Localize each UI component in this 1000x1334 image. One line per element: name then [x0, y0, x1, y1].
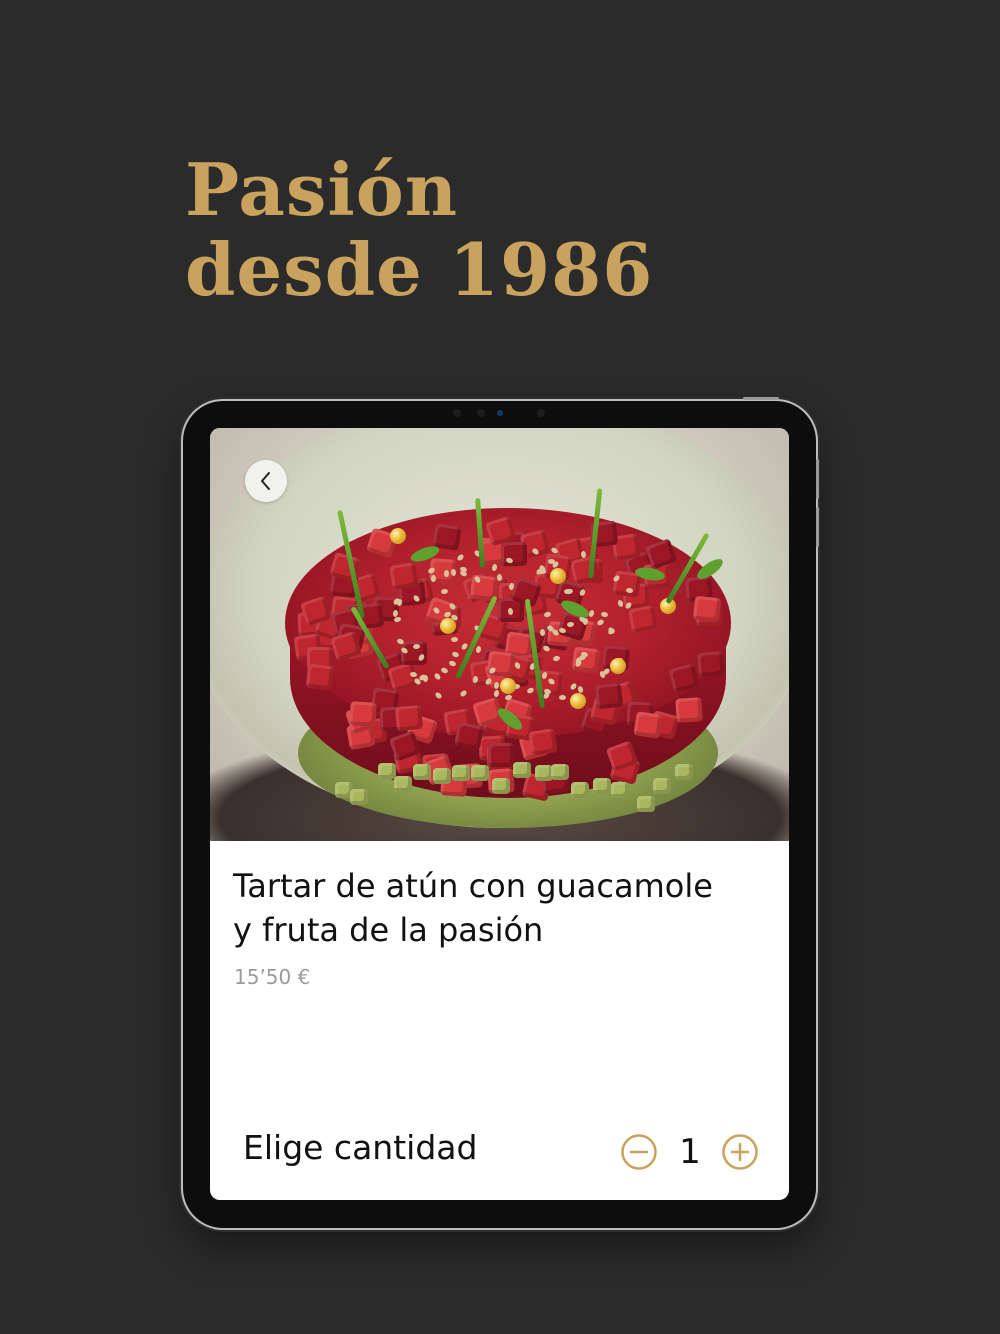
camera-strip	[453, 409, 553, 417]
dish-price: 15’50 €	[234, 965, 311, 989]
volume-down-button	[816, 507, 819, 547]
food-photo	[210, 428, 789, 841]
quantity-stepper[interactable]: 1	[617, 1132, 762, 1176]
decrement-button[interactable]	[621, 1134, 657, 1170]
back-button[interactable]	[245, 460, 287, 502]
headline-line-1: Pasión	[185, 147, 459, 232]
volume-up-button	[816, 459, 819, 499]
power-button	[743, 397, 779, 400]
quantity-value: 1	[679, 1132, 701, 1172]
chevron-left-icon	[261, 472, 270, 490]
increment-button[interactable]	[722, 1134, 758, 1170]
headline-line-2: desde 1986	[185, 227, 654, 312]
dish-title-line-2: y fruta de la pasión	[233, 911, 544, 949]
tablet-device: Tartar de atún con guacamole y fruta de …	[183, 397, 819, 1228]
app-screen: Tartar de atún con guacamole y fruta de …	[210, 428, 789, 1200]
plus-circle-icon	[722, 1134, 758, 1170]
dish-title-line-1: Tartar de atún con guacamole	[233, 867, 713, 905]
minus-circle-icon	[621, 1134, 657, 1170]
dish-title: Tartar de atún con guacamole y fruta de …	[233, 864, 763, 952]
headline: Pasión desde 1986	[185, 150, 653, 310]
quantity-label: Elige cantidad	[243, 1128, 478, 1167]
